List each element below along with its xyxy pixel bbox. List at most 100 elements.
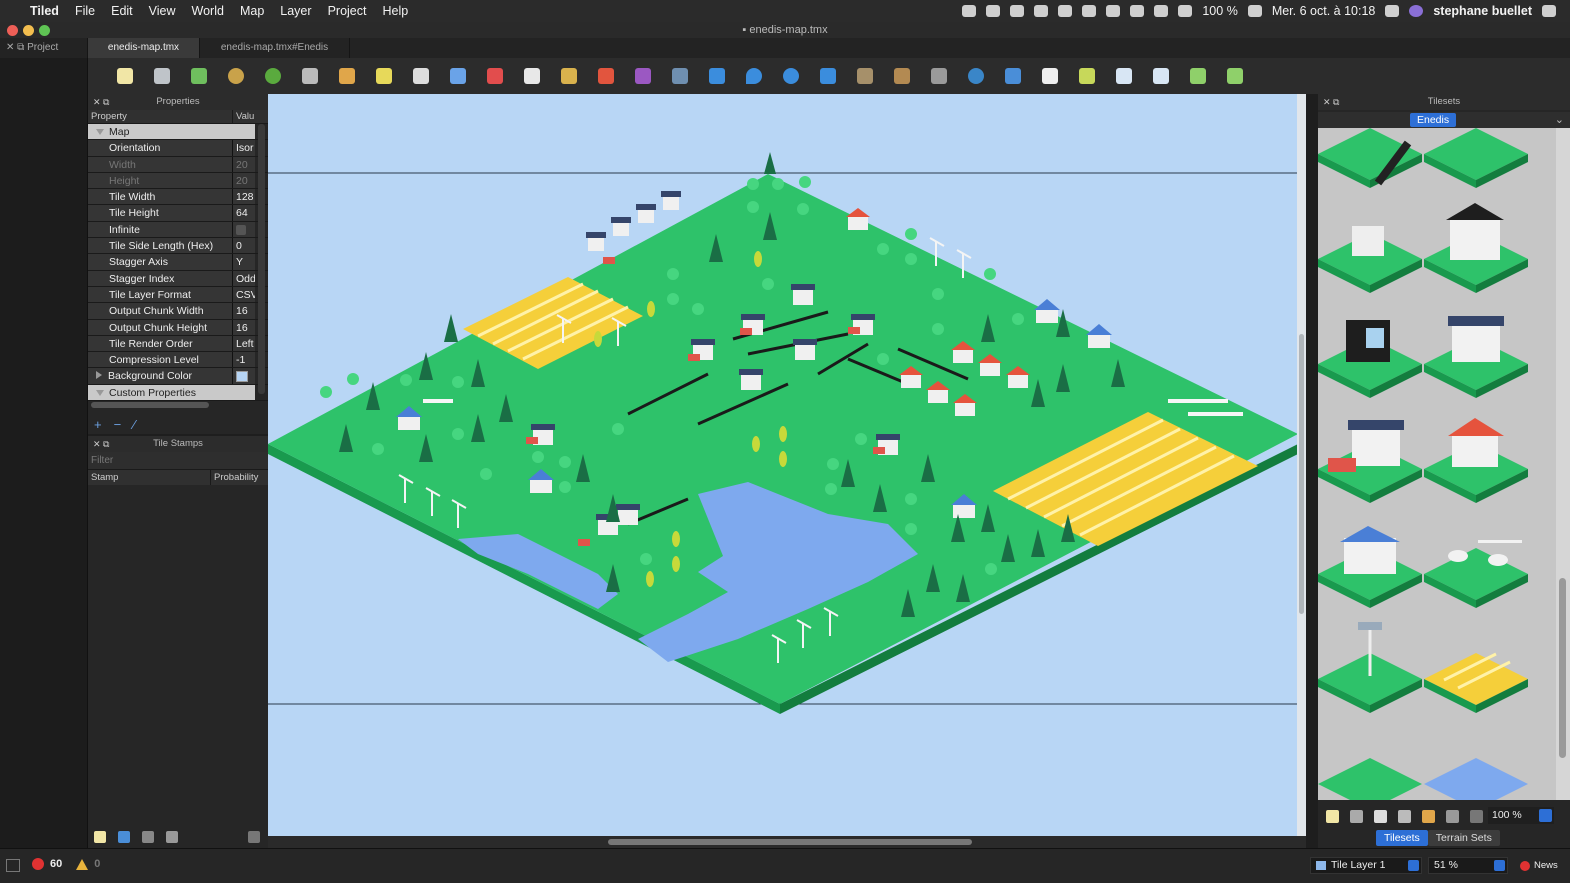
- property-row[interactable]: Stagger Axis Y: [88, 254, 268, 271]
- new-tileset-icon[interactable]: [1326, 809, 1339, 823]
- expand-arrow-icon[interactable]: [96, 371, 102, 380]
- property-row[interactable]: Output Chunk Height 16: [88, 319, 268, 336]
- properties-hscrollbar[interactable]: [91, 402, 209, 408]
- tile[interactable]: [1318, 526, 1422, 608]
- property-row[interactable]: Orientation Isor: [88, 140, 268, 157]
- stamp-folder-icon[interactable]: [248, 831, 260, 843]
- world-tool-button[interactable]: [957, 63, 994, 89]
- menu-view[interactable]: View: [141, 4, 184, 18]
- property-row-background-color[interactable]: Background Color: [88, 368, 268, 385]
- edit-polygons-button[interactable]: [661, 63, 698, 89]
- property-row[interactable]: Output Chunk Width 16: [88, 303, 268, 320]
- infinite-checkbox[interactable]: [236, 225, 246, 235]
- magic-wand-button[interactable]: [550, 63, 587, 89]
- export-tileset-icon[interactable]: [1374, 809, 1387, 823]
- property-group-map[interactable]: Map: [88, 124, 268, 141]
- tab-enedis-tileset[interactable]: enedis-map.tmx#Enedis: [200, 38, 350, 58]
- expand-arrow-icon[interactable]: [96, 389, 104, 396]
- menu-help[interactable]: Help: [374, 4, 416, 18]
- property-row-infinite[interactable]: Infinite: [88, 221, 268, 239]
- tile[interactable]: [1424, 316, 1528, 398]
- minimize-window-button[interactable]: [23, 25, 34, 36]
- chevron-updown-icon[interactable]: [1408, 860, 1419, 871]
- tab-terrain-sets[interactable]: Terrain Sets: [1427, 830, 1500, 846]
- tile[interactable]: [1424, 758, 1528, 800]
- rotate-right-button[interactable]: [1216, 63, 1253, 89]
- tile[interactable]: [1424, 540, 1528, 608]
- wifi-icon[interactable]: [1130, 5, 1145, 17]
- chevron-down-icon[interactable]: [1539, 809, 1552, 822]
- tile[interactable]: [1318, 622, 1422, 713]
- menu-world[interactable]: World: [184, 4, 232, 18]
- flip-vertical-button[interactable]: [1142, 63, 1179, 89]
- remove-tileset-icon[interactable]: [1422, 809, 1435, 823]
- stamp-brush-button[interactable]: [328, 63, 365, 89]
- menu-file[interactable]: File: [67, 4, 103, 18]
- close-icon[interactable]: ✕: [6, 42, 17, 53]
- remove-property-icon[interactable]: −: [114, 417, 122, 432]
- float-icon[interactable]: ⧉: [17, 42, 27, 53]
- undo-button[interactable]: [217, 63, 254, 89]
- random-mode-button[interactable]: [291, 63, 328, 89]
- delete-stamp-icon[interactable]: [166, 831, 178, 843]
- tile[interactable]: [1424, 128, 1528, 188]
- volume-icon[interactable]: [1154, 5, 1169, 17]
- insert-polygon-button[interactable]: [809, 63, 846, 89]
- tileset-grid[interactable]: [1318, 128, 1556, 800]
- move-tool-button[interactable]: [994, 63, 1031, 89]
- terrain-brush-button[interactable]: [365, 63, 402, 89]
- menubar-clock[interactable]: Mer. 6 oct. à 10:18: [1272, 4, 1376, 18]
- menu-edit[interactable]: Edit: [103, 4, 141, 18]
- tileset-scrollbar[interactable]: [1556, 128, 1570, 800]
- tile[interactable]: [1424, 652, 1528, 713]
- tileset-selector[interactable]: Enedis ⌄: [1318, 112, 1570, 128]
- info-icon[interactable]: [1034, 5, 1049, 17]
- insert-tile-button[interactable]: [846, 63, 883, 89]
- menu-app-tiled[interactable]: Tiled: [22, 4, 67, 18]
- property-row[interactable]: Tile Width 128: [88, 189, 268, 206]
- tile[interactable]: [1424, 203, 1528, 293]
- shield-icon[interactable]: [1058, 5, 1073, 17]
- flip-horizontal-button[interactable]: [1105, 63, 1142, 89]
- menubar-user[interactable]: stephane buellet: [1433, 4, 1532, 18]
- wang-button[interactable]: [1068, 63, 1105, 89]
- tile[interactable]: [1318, 420, 1422, 503]
- insert-ellipse-button[interactable]: [772, 63, 809, 89]
- tileset-zoom-select[interactable]: 100 %: [1488, 807, 1554, 824]
- zoom-window-button[interactable]: [39, 25, 50, 36]
- cloud-icon[interactable]: [962, 5, 977, 17]
- battery-icon[interactable]: [1247, 5, 1262, 17]
- tileset-settings-icon[interactable]: [1446, 809, 1459, 823]
- sync-icon[interactable]: [1010, 5, 1025, 17]
- menu-project[interactable]: Project: [320, 4, 375, 18]
- chevron-down-icon[interactable]: ⌄: [1555, 113, 1564, 126]
- insert-point-button[interactable]: [735, 63, 772, 89]
- eraser-button[interactable]: [476, 63, 513, 89]
- control-center-icon[interactable]: [1542, 5, 1556, 17]
- tile[interactable]: [1318, 320, 1422, 398]
- property-row[interactable]: Tile Height 64: [88, 205, 268, 222]
- close-icon[interactable]: ✕ ⧉: [93, 94, 109, 110]
- menu-map[interactable]: Map: [232, 4, 272, 18]
- open-button[interactable]: [143, 63, 180, 89]
- dropbox-icon[interactable]: [986, 5, 1001, 17]
- display-icon[interactable]: [1178, 5, 1193, 17]
- current-layer-select[interactable]: Tile Layer 1: [1310, 857, 1422, 874]
- new-stamp-icon[interactable]: [94, 831, 106, 843]
- toggle-panels-icon[interactable]: [6, 859, 20, 872]
- project-dock-tab[interactable]: ✕ ⧉ Project: [0, 38, 88, 58]
- properties-scrollbar[interactable]: [258, 124, 265, 394]
- insert-rectangle-button[interactable]: [698, 63, 735, 89]
- more-icon[interactable]: [1470, 809, 1483, 823]
- user-avatar-icon[interactable]: [1409, 5, 1424, 17]
- property-row[interactable]: Tile Side Length (Hex) 0: [88, 238, 268, 255]
- insert-template-button[interactable]: [883, 63, 920, 89]
- expand-arrow-icon[interactable]: [96, 129, 104, 135]
- tab-tilesets[interactable]: Tilesets: [1376, 830, 1428, 846]
- dice-button[interactable]: [1031, 63, 1068, 89]
- select-same-tile-button[interactable]: [587, 63, 624, 89]
- news-button[interactable]: News: [1514, 857, 1558, 874]
- panel-splitter[interactable]: [1306, 94, 1318, 848]
- edit-tileset-icon[interactable]: [1398, 809, 1411, 823]
- property-row[interactable]: Tile Render Order Left: [88, 335, 268, 353]
